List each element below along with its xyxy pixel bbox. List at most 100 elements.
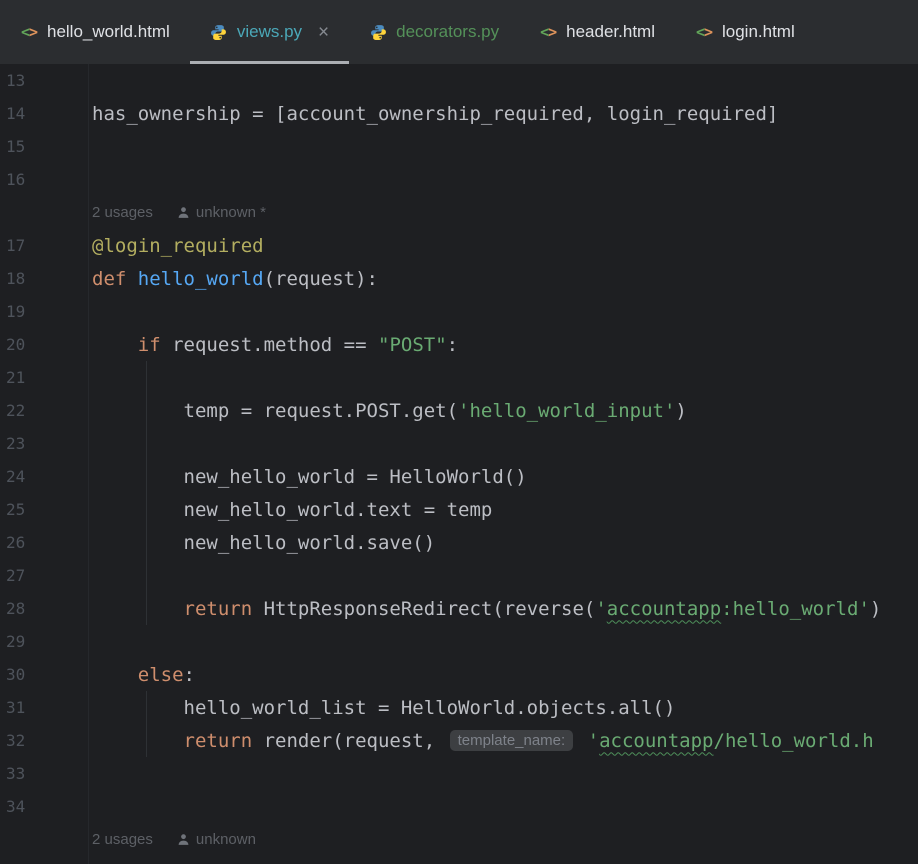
code-line[interactable]: 29	[0, 625, 918, 658]
line-number[interactable]: 28	[0, 599, 88, 618]
html-file-icon: < >	[20, 23, 38, 41]
author-name: unknown	[195, 831, 256, 848]
code-line[interactable]: 25 new_hello_world.text = temp	[0, 493, 918, 526]
usages-hint-row: 2 usages unknown *	[0, 196, 918, 229]
line-number[interactable]: 26	[0, 533, 88, 552]
html-file-icon: < >	[540, 23, 557, 41]
line-number[interactable]: 15	[0, 137, 88, 156]
tab-label: decorators.py	[396, 22, 500, 41]
line-number[interactable]: 34	[0, 797, 88, 816]
line-number[interactable]: 22	[0, 401, 88, 420]
code-text: if request.method == "POST":	[88, 334, 458, 356]
token-keyword: return	[183, 597, 264, 620]
close-icon[interactable]: ×	[318, 23, 329, 42]
token-keyword: if	[137, 333, 173, 356]
code-line[interactable]: 32 return render(request, template_name:…	[0, 724, 918, 757]
line-number[interactable]: 13	[0, 71, 88, 90]
token-default	[92, 664, 138, 686]
line-number[interactable]: 32	[0, 731, 88, 750]
usages-count[interactable]: 2 usages	[92, 204, 153, 221]
token-default: has_ownership = [account_ownership_requi…	[92, 102, 779, 125]
line-number[interactable]: 16	[0, 170, 88, 189]
code-line[interactable]: 17 @login_required	[0, 229, 918, 262]
line-number[interactable]: 29	[0, 632, 88, 651]
tab-header.html[interactable]: < > header.html	[519, 0, 675, 64]
python-icon	[211, 24, 227, 40]
code-line[interactable]: 16	[0, 163, 918, 196]
code-line[interactable]: 13	[0, 64, 918, 97]
code-line[interactable]: 19	[0, 295, 918, 328]
tab-label: hello_world.html	[47, 22, 170, 41]
code-line[interactable]: 27	[0, 559, 918, 592]
line-number[interactable]: 27	[0, 566, 88, 585]
tab-label: login.html	[721, 22, 795, 41]
tab-hello_world.html[interactable]: < > hello_world.html	[0, 0, 190, 64]
code-line[interactable]: 20 if request.method == "POST":	[0, 328, 918, 361]
usages-hint[interactable]: 2 usages unknown	[88, 831, 256, 848]
code-line[interactable]: 28 return HttpResponseRedirect(reverse('…	[0, 592, 918, 625]
code-author[interactable]: unknown	[177, 831, 256, 848]
line-number[interactable]: 31	[0, 698, 88, 717]
code-text: return render(request, template_name: 'a…	[88, 729, 874, 752]
code-line[interactable]: 34	[0, 790, 918, 823]
tab-label: views.py	[236, 22, 303, 41]
token-default: :	[183, 663, 195, 686]
html-file-icon: < >	[695, 23, 713, 41]
code-line[interactable]: 18 def hello_world(request):	[0, 262, 918, 295]
line-number[interactable]: 24	[0, 467, 88, 486]
editor-tab-bar: < > hello_world.html views.py × decorators.py…	[0, 0, 918, 64]
tab-views.py[interactable]: views.py ×	[189, 0, 350, 64]
code-text: return HttpResponseRedirect(reverse('acc…	[88, 597, 882, 620]
line-number[interactable]: 21	[0, 368, 88, 387]
tab-decorators.py[interactable]: decorators.py	[349, 0, 519, 64]
code-line[interactable]: 21	[0, 361, 918, 394]
line-number[interactable]: 18	[0, 269, 88, 288]
line-number[interactable]: 23	[0, 434, 88, 453]
token-string: '	[587, 729, 600, 752]
python-icon	[370, 24, 386, 40]
author-icon	[178, 207, 189, 218]
line-number[interactable]: 20	[0, 335, 88, 354]
token-funcname: hello_world	[137, 267, 264, 290]
code-line[interactable]: 23	[0, 427, 918, 460]
code-text: new_hello_world.save()	[88, 531, 436, 554]
code-editor[interactable]: 13 14 has_ownership = [account_ownership_r…	[0, 64, 918, 856]
token-default: new_hello_world.text = temp	[92, 498, 493, 521]
token-default: )	[869, 597, 882, 620]
line-number[interactable]: 33	[0, 764, 88, 783]
line-number[interactable]: 19	[0, 302, 88, 321]
code-line[interactable]: 31 hello_world_list = HelloWorld.objects…	[0, 691, 918, 724]
line-number[interactable]: 14	[0, 104, 88, 123]
code-line[interactable]: 15	[0, 130, 918, 163]
code-author[interactable]: unknown *	[177, 204, 266, 221]
code-line[interactable]: 26 new_hello_world.save()	[0, 526, 918, 559]
tab-label: header.html	[566, 22, 655, 41]
code-text: new_hello_world.text = temp	[88, 498, 493, 521]
token-default: new_hello_world.save()	[92, 531, 436, 554]
code-text: else:	[88, 664, 195, 686]
token-keyword: else	[137, 663, 184, 686]
token-keyword: return	[183, 729, 264, 752]
token-default: )	[675, 399, 687, 422]
tab-login.html[interactable]: < > login.html	[675, 0, 815, 64]
code-line[interactable]: 30 else:	[0, 658, 918, 691]
usages-hint[interactable]: 2 usages unknown *	[88, 204, 266, 221]
token-string: "POST"	[378, 333, 447, 356]
indent-guide	[146, 361, 147, 625]
token-string: :hello_world'	[721, 597, 870, 620]
token-default	[576, 730, 587, 752]
line-number[interactable]: 25	[0, 500, 88, 519]
code-line[interactable]: 33	[0, 757, 918, 790]
ide-window: < > hello_world.html views.py × decorators.py…	[0, 0, 918, 864]
code-text: new_hello_world = HelloWorld()	[88, 466, 527, 488]
token-string: 'hello_world_input'	[458, 399, 676, 422]
usages-count[interactable]: 2 usages	[92, 831, 153, 848]
code-text: has_ownership = [account_ownership_requi…	[88, 103, 778, 125]
line-number[interactable]: 17	[0, 236, 88, 255]
token-string_underline: accountapp	[606, 597, 722, 620]
code-line[interactable]: 14 has_ownership = [account_ownership_req…	[0, 97, 918, 130]
line-number[interactable]: 30	[0, 665, 88, 684]
code-line[interactable]: 24 new_hello_world = HelloWorld()	[0, 460, 918, 493]
token-default	[92, 730, 184, 752]
code-line[interactable]: 22 temp = request.POST.get('hello_world_…	[0, 394, 918, 427]
